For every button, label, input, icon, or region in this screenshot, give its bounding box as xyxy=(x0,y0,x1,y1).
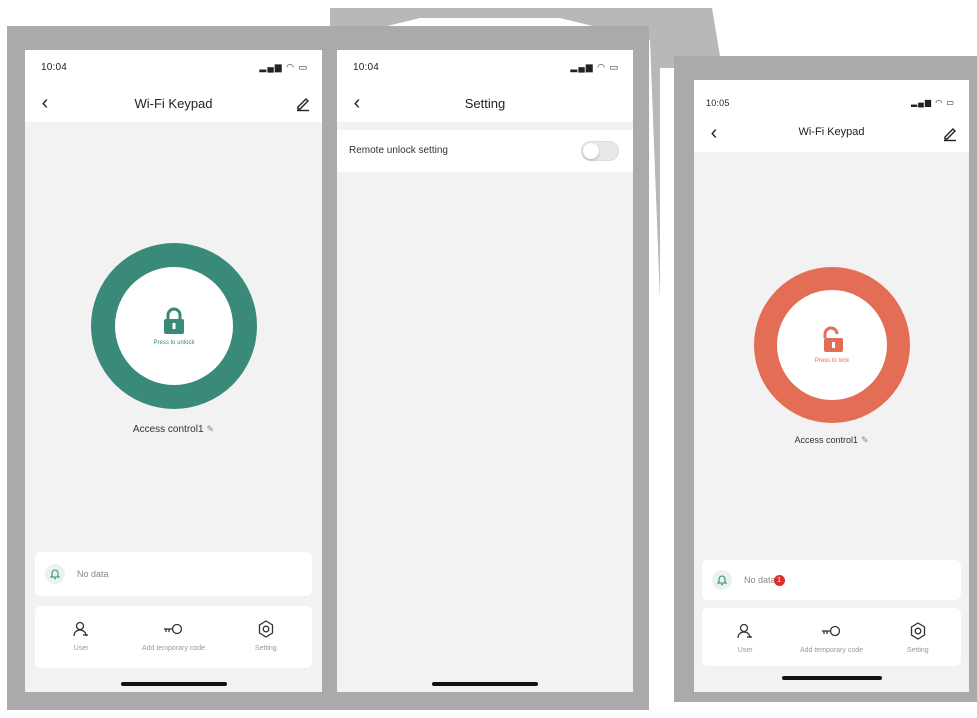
remote-unlock-toggle[interactable] xyxy=(581,141,619,161)
notification-text: No data xyxy=(77,569,109,579)
home-indicator xyxy=(121,682,227,686)
lock-label: Press to lock xyxy=(814,358,850,364)
key-icon xyxy=(162,618,184,640)
add-temporary-code-button[interactable]: Add temporary code xyxy=(133,618,213,653)
user-icon xyxy=(72,618,90,640)
lock-button[interactable]: Press to lock xyxy=(753,266,911,424)
status-time: 10:05 xyxy=(706,98,730,108)
signal-wifi-battery-icon: ▂▄▆ ◠ ▭ xyxy=(259,62,308,72)
user-label: User xyxy=(737,647,753,654)
setting-button[interactable]: Setting xyxy=(878,620,958,655)
user-button[interactable]: User xyxy=(705,620,785,655)
back-icon[interactable]: ‹ xyxy=(347,92,367,114)
gear-icon xyxy=(257,618,275,640)
toggle-knob xyxy=(583,143,599,159)
notification-card[interactable]: No data xyxy=(35,552,312,596)
home-indicator xyxy=(782,676,882,680)
remote-unlock-setting-label: Remote unlock setting xyxy=(349,145,448,156)
nav-bar: ‹ Wi-Fi Keypad xyxy=(694,114,969,152)
status-time: 10:04 xyxy=(353,62,380,73)
unlock-button[interactable]: Press to unlock xyxy=(90,242,258,410)
action-bar: User Add temporary code Setting xyxy=(702,608,961,666)
signal-wifi-battery-icon: ▂▄▆ ◠ ▭ xyxy=(570,62,619,72)
status-bar: 10:04 ▂▄▆ ◠ ▭ xyxy=(25,50,322,86)
keypad-screen-lock: 10:05 ▂▄▆ ◠ ▭ ‹ Wi-Fi Keypad Press to lo… xyxy=(694,80,969,692)
page-title: Wi-Fi Keypad xyxy=(798,126,865,138)
status-time: 10:04 xyxy=(41,62,68,73)
bell-icon xyxy=(45,564,65,584)
action-bar: User Add temporary code Setting xyxy=(35,606,312,668)
lock-closed-icon xyxy=(161,306,187,336)
setting-screen: 10:04 ▂▄▆ ◠ ▭ ‹ Setting Remote unlock se… xyxy=(337,50,633,692)
pencil-icon[interactable]: ✎ xyxy=(861,435,869,446)
notification-card[interactable]: No data 1 xyxy=(702,560,961,600)
key-icon xyxy=(820,620,842,642)
device-name[interactable]: Access control1 ✎ xyxy=(694,435,969,446)
home-indicator xyxy=(432,682,538,686)
back-icon[interactable]: ‹ xyxy=(35,92,55,114)
add-temporary-code-button[interactable]: Add temporary code xyxy=(791,620,871,655)
user-icon xyxy=(736,620,754,642)
device-name-text: Access control1 xyxy=(132,424,204,435)
pencil-icon[interactable]: ✎ xyxy=(207,424,215,435)
keypad-screen-unlock: 10:04 ▂▄▆ ◠ ▭ ‹ Wi-Fi Keypad Press to un… xyxy=(25,50,322,692)
gear-icon xyxy=(909,620,927,642)
add-temporary-code-label: Add temporary code xyxy=(141,645,205,652)
setting-label: Setting xyxy=(906,647,929,654)
page-title: Setting xyxy=(464,96,506,111)
remote-unlock-setting-row[interactable]: Remote unlock setting xyxy=(337,130,633,172)
status-bar: 10:05 ▂▄▆ ◠ ▭ xyxy=(694,80,969,114)
notification-text: No data xyxy=(744,575,776,585)
edit-icon[interactable] xyxy=(294,94,312,112)
status-bar: 10:04 ▂▄▆ ◠ ▭ xyxy=(337,50,633,86)
page-title: Wi-Fi Keypad xyxy=(134,96,213,111)
bell-icon xyxy=(712,570,732,590)
notification-badge: 1 xyxy=(773,574,785,586)
lock-open-icon xyxy=(819,326,845,354)
unlock-label: Press to unlock xyxy=(153,340,195,346)
signal-wifi-battery-icon: ▂▄▆ ◠ ▭ xyxy=(911,98,955,107)
setting-label: Setting xyxy=(254,645,277,652)
device-name[interactable]: Access control1 ✎ xyxy=(25,424,322,435)
add-temporary-code-label: Add temporary code xyxy=(799,647,863,654)
user-button[interactable]: User xyxy=(41,618,121,653)
device-name-text: Access control1 xyxy=(794,435,858,445)
user-label: User xyxy=(73,645,89,652)
edit-icon[interactable] xyxy=(941,124,959,142)
nav-bar: ‹ Wi-Fi Keypad xyxy=(25,86,322,122)
setting-button[interactable]: Setting xyxy=(226,618,306,653)
nav-bar: ‹ Setting xyxy=(337,86,633,122)
back-icon[interactable]: ‹ xyxy=(704,122,724,144)
